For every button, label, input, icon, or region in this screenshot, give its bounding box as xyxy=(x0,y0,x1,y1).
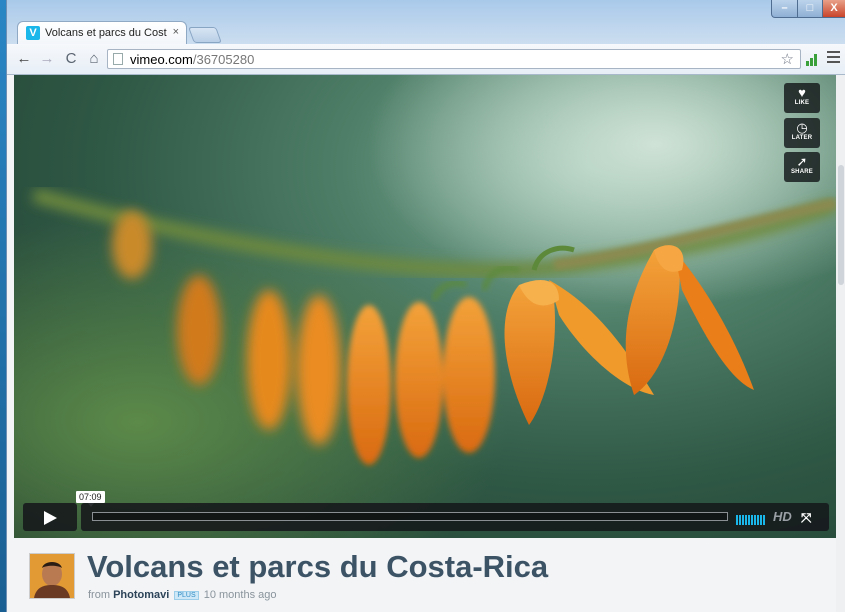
browser-toolbar: ← → C ⌂ vimeo.com/36705280 ☆ xyxy=(7,44,845,75)
watch-later-button[interactable]: ◷ LATER xyxy=(784,118,820,148)
from-label: from xyxy=(88,589,110,601)
like-label: LIKE xyxy=(794,100,810,106)
desktop: V Volcans et parcs du Costa × – □ X ← → … xyxy=(0,0,845,612)
control-bar: HD ⤧ xyxy=(81,503,829,531)
video-player[interactable]: ♥ LIKE ◷ LATER ➚ SHARE 07:09 HD ⤧ xyxy=(14,75,836,538)
progress-bar[interactable] xyxy=(92,512,728,521)
hd-toggle[interactable]: HD xyxy=(773,509,792,524)
video-info: Volcans et parcs du Costa-Rica from Phot… xyxy=(7,538,836,612)
tab-strip: V Volcans et parcs du Costa × – □ X xyxy=(7,0,845,44)
maximize-button[interactable]: □ xyxy=(797,0,823,18)
avatar-portrait-image xyxy=(30,554,74,598)
player-controls: HD ⤧ xyxy=(23,503,829,531)
reload-icon[interactable]: C xyxy=(62,50,80,68)
volume-control[interactable] xyxy=(736,512,766,525)
forward-arrow-icon[interactable]: → xyxy=(38,50,56,68)
video-frame-image xyxy=(14,75,836,538)
menu-icon[interactable] xyxy=(827,51,840,66)
vimeo-favicon-icon: V xyxy=(26,26,40,40)
byline: from Photomavi PLUS 10 months ago xyxy=(88,589,277,601)
tab-close-icon[interactable]: × xyxy=(173,26,179,38)
url-host: vimeo.com xyxy=(130,52,193,67)
timecode-tooltip: 07:09 xyxy=(76,491,105,507)
clock-icon: ◷ xyxy=(796,120,808,135)
page-icon xyxy=(113,53,123,65)
url-path: /36705280 xyxy=(192,52,255,67)
heart-icon: ♥ xyxy=(798,85,806,100)
upload-age: 10 months ago xyxy=(203,589,277,601)
share-button[interactable]: ➚ SHARE xyxy=(784,152,820,182)
video-title: Volcans et parcs du Costa-Rica xyxy=(87,549,549,584)
page-content: ♥ LIKE ◷ LATER ➚ SHARE 07:09 HD ⤧ Volcan… xyxy=(7,75,845,612)
play-icon xyxy=(44,511,57,525)
play-button[interactable] xyxy=(23,503,77,531)
home-icon[interactable]: ⌂ xyxy=(85,50,103,68)
avatar[interactable] xyxy=(29,553,75,599)
fullscreen-icon[interactable]: ⤧ xyxy=(801,510,811,526)
url-text[interactable]: vimeo.com/36705280 xyxy=(130,52,254,67)
address-bar[interactable]: vimeo.com/36705280 ☆ xyxy=(107,49,801,69)
back-arrow-icon[interactable]: ← xyxy=(15,50,33,68)
minimize-button[interactable]: – xyxy=(771,0,798,18)
plus-badge: PLUS xyxy=(174,591,199,600)
tab-title: Volcans et parcs du Costa xyxy=(45,27,167,39)
like-button[interactable]: ♥ LIKE xyxy=(784,83,820,113)
browser-window: V Volcans et parcs du Costa × – □ X ← → … xyxy=(6,0,845,612)
share-label: SHARE xyxy=(790,169,813,175)
new-tab-button[interactable] xyxy=(188,27,222,43)
tab-vimeo[interactable]: V Volcans et parcs du Costa × xyxy=(17,21,187,44)
signal-bars-icon[interactable] xyxy=(806,52,820,66)
scrollbar[interactable] xyxy=(836,75,845,612)
later-label: LATER xyxy=(791,135,813,141)
bookmark-star-icon[interactable]: ☆ xyxy=(781,50,794,68)
close-window-button[interactable]: X xyxy=(822,0,845,18)
share-icon: ➚ xyxy=(796,154,808,169)
scrollbar-thumb[interactable] xyxy=(838,165,844,285)
author-link[interactable]: Photomavi xyxy=(113,589,169,601)
